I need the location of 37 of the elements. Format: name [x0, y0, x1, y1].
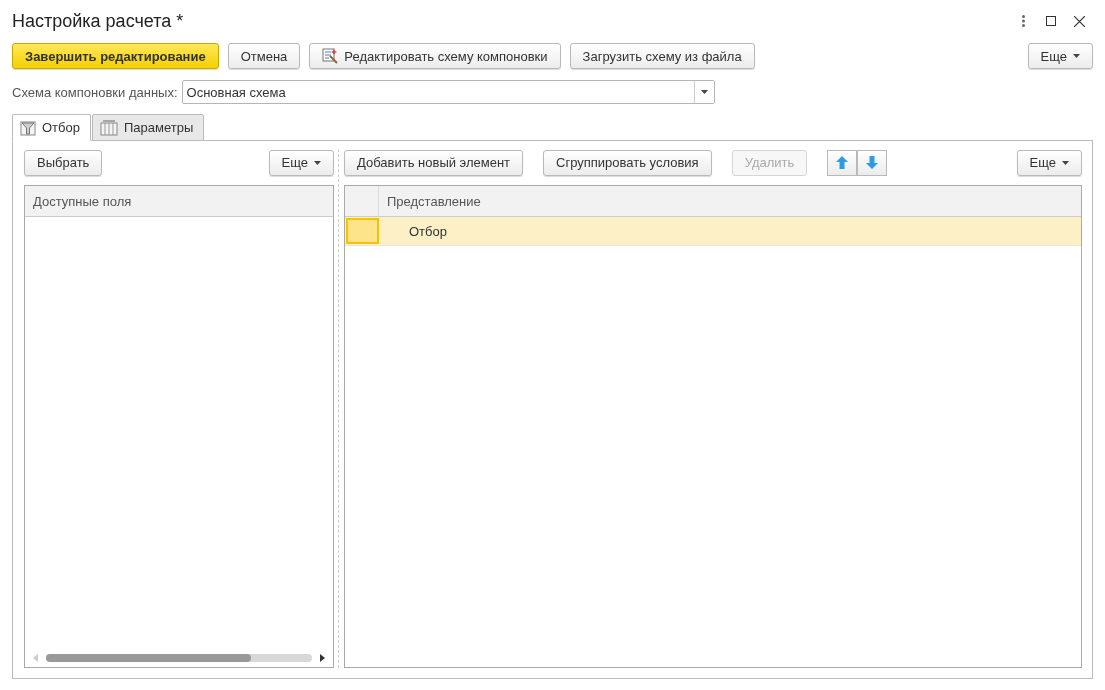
- wand-edit-icon: [322, 48, 339, 64]
- toolbar-button[interactable]: Редактировать схему компоновки: [309, 43, 561, 69]
- field-label: Схема компоновки данных:: [12, 84, 178, 100]
- columns-table-icon: [100, 119, 118, 136]
- arrow-up-icon: [836, 156, 849, 169]
- window-title: Настройка расчета *: [12, 10, 185, 32]
- arrow-down-icon: [866, 156, 879, 169]
- caret-icon: [1073, 54, 1080, 58]
- more-button[interactable]: Еще: [1027, 43, 1093, 69]
- tab[interactable]: Отбор: [12, 114, 91, 141]
- scrollbar-thumb[interactable]: [46, 654, 251, 662]
- caret-icon: [1062, 160, 1069, 165]
- move-down-button[interactable]: [857, 149, 888, 176]
- square-icon: [1046, 16, 1056, 26]
- caret-icon: [700, 90, 708, 94]
- table-cell-text: Отбор: [408, 222, 447, 241]
- vertical-dots-icon: [1021, 15, 1025, 27]
- toolbar-button[interactable]: Загрузить схему из файла: [569, 43, 755, 69]
- table-row[interactable]: Отбор: [345, 217, 1081, 246]
- close-icon: [1073, 15, 1085, 27]
- scrollbar-track[interactable]: [46, 654, 312, 662]
- toolbar-button[interactable]: Сгруппировать условия: [543, 149, 712, 176]
- filter-table-icon: [20, 119, 36, 136]
- caret-icon: [314, 160, 321, 165]
- toolbar-button[interactable]: Добавить новый элемент: [344, 149, 524, 176]
- dropdown-button[interactable]: [693, 81, 714, 103]
- column-header: Представление: [386, 192, 482, 211]
- move-up-button[interactable]: [827, 149, 858, 176]
- more-button[interactable]: Еще: [1016, 149, 1082, 176]
- tab[interactable]: Параметры: [92, 114, 205, 141]
- column-header: Доступные поля: [32, 192, 133, 211]
- scroll-right-icon[interactable]: [320, 654, 325, 662]
- select-button[interactable]: Выбрать: [24, 149, 103, 176]
- more-button[interactable]: Еще: [268, 149, 334, 176]
- scheme-dropdown[interactable]: Основная схема: [181, 80, 715, 104]
- finish-editing-button[interactable]: Завершить редактирование: [12, 43, 219, 69]
- toolbar-button[interactable]: Отмена: [227, 43, 301, 69]
